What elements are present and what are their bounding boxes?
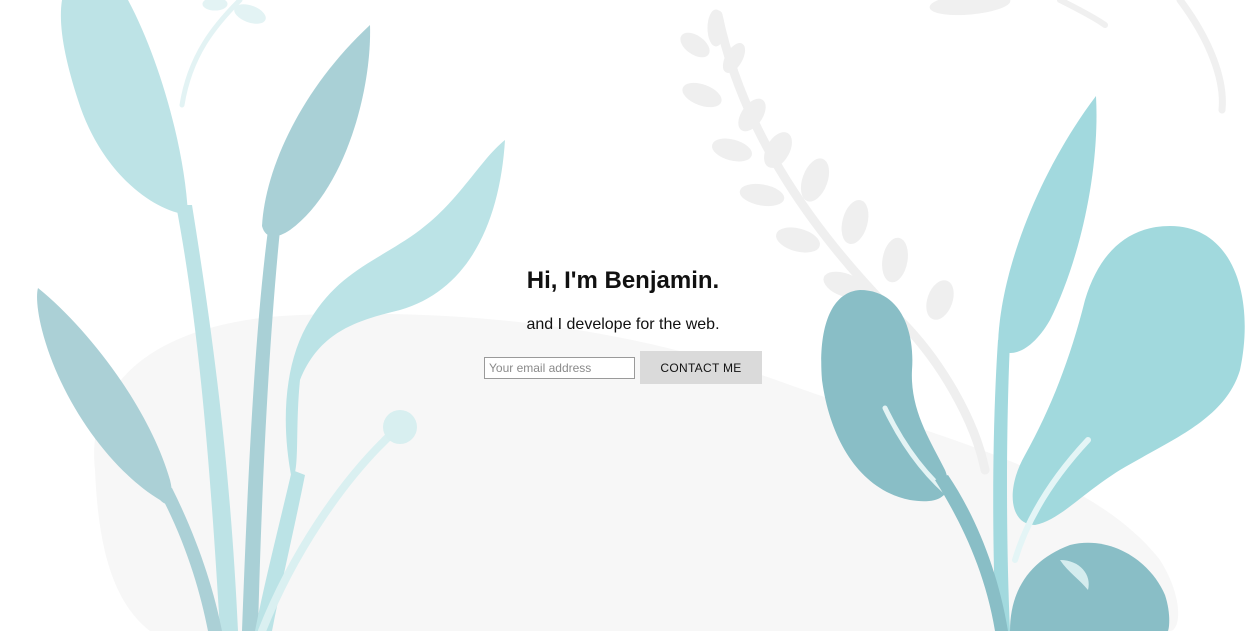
left-dandelion-bulb — [383, 410, 417, 444]
contact-form: CONTACT ME — [484, 351, 762, 384]
left-tall-leaf — [60, 0, 188, 215]
landing-page: Hi, I'm Benjamin. and I develope for the… — [0, 0, 1246, 631]
botanical-background-illustration — [37, 0, 1245, 631]
light-sprig-top-illustration — [179, 0, 266, 108]
left-mid-leaf — [262, 25, 371, 237]
grey-corner-sprig-illustration — [929, 0, 1226, 114]
contact-me-button[interactable]: CONTACT ME — [640, 351, 762, 384]
email-input[interactable] — [484, 356, 635, 379]
